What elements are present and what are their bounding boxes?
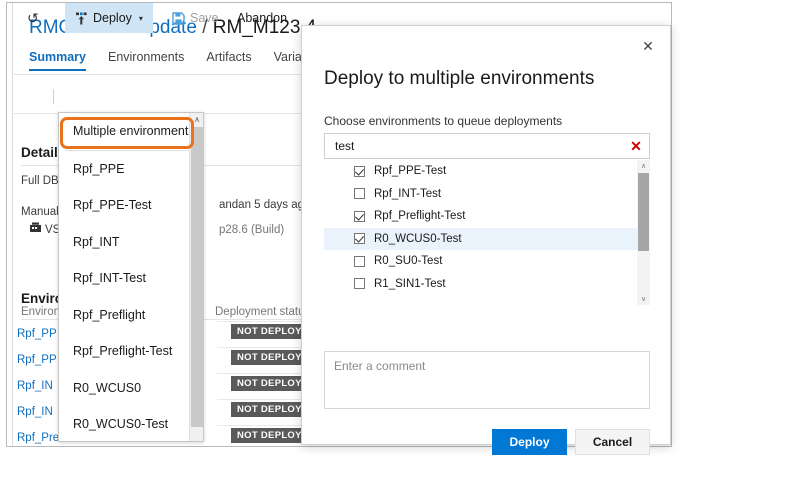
checkbox-checked-icon[interactable]: [354, 210, 365, 222]
list-item-label: Rpf_INT-Test: [374, 187, 442, 200]
list-item[interactable]: Rpf_Preflight-Test: [324, 205, 650, 228]
list-scrollbar[interactable]: ∧ ∨: [637, 160, 650, 305]
scroll-down-icon[interactable]: ∨: [637, 293, 650, 305]
clear-search-icon[interactable]: ✕: [623, 138, 649, 155]
deploy-dropdown-menu[interactable]: Multiple environments Rpf_PPE Rpf_PPE-Te…: [58, 112, 204, 442]
save-button[interactable]: Save: [164, 3, 227, 33]
tab-artifacts[interactable]: Artifacts: [206, 50, 251, 71]
deploy-confirm-button[interactable]: Deploy: [492, 429, 567, 455]
dialog-instruction-label: Choose environments to queue deployments: [324, 114, 563, 128]
status-row-line: [217, 321, 312, 322]
checkbox-unchecked-icon[interactable]: [354, 278, 365, 290]
deploy-button-label: Deploy: [93, 11, 132, 25]
environments-heading: Enviro: [21, 291, 64, 306]
dropdown-scrollbar-thumb[interactable]: [191, 127, 203, 427]
details-author: andan 5 days ago: [219, 199, 311, 211]
abandon-button[interactable]: Abandon: [229, 3, 295, 33]
list-item[interactable]: R0_SU0-Test: [324, 250, 650, 273]
details-line-1: Full DB: [21, 175, 59, 187]
dropdown-item-r0-wcus0[interactable]: R0_WCUS0: [59, 370, 203, 407]
list-item-label: Rpf_PPE-Test: [374, 165, 447, 178]
dropdown-item-rpf-ppe-test[interactable]: Rpf_PPE-Test: [59, 187, 203, 224]
deploy-button[interactable]: Deploy ▾: [65, 3, 153, 33]
environment-link-3[interactable]: Rpf_IN: [17, 380, 53, 392]
environment-checkbox-list[interactable]: Rpf_PPE-Test Rpf_INT-Test Rpf_Preflight-…: [324, 160, 650, 305]
comment-input[interactable]: Enter a comment: [324, 351, 650, 409]
abandon-button-label: Abandon: [237, 11, 288, 25]
list-item-label: R1_SIN1-Test: [374, 277, 446, 290]
cancel-button[interactable]: Cancel: [575, 429, 650, 455]
environment-link-1[interactable]: Rpf_PP: [17, 328, 57, 340]
details-build: p28.6 (Build): [219, 224, 285, 236]
chevron-down-icon: ▾: [138, 13, 143, 23]
deploy-rocket-icon: [75, 12, 88, 25]
environment-link-5[interactable]: Rpf_Pre: [17, 432, 59, 444]
list-item[interactable]: Rpf_INT-Test: [324, 183, 650, 206]
checkbox-checked-icon[interactable]: [354, 233, 365, 245]
vsts-build-icon: [29, 221, 42, 237]
status-row-line: [217, 347, 312, 348]
close-icon[interactable]: ✕: [636, 34, 660, 58]
refresh-button[interactable]: ↻: [19, 3, 47, 33]
tab-bar: Summary Environments Artifacts Variables: [29, 50, 325, 71]
dropdown-item-multiple-environments[interactable]: Multiple environments: [59, 113, 203, 150]
dropdown-scrollbar[interactable]: ∧: [189, 113, 203, 441]
save-button-label: Save: [190, 11, 219, 25]
checkbox-unchecked-icon[interactable]: [354, 188, 365, 200]
dropdown-item-r0-wcus0-test[interactable]: R0_WCUS0-Test: [59, 406, 203, 441]
dialog-actions: Deploy Cancel: [324, 429, 650, 455]
search-input[interactable]: test: [325, 139, 623, 153]
list-scrollbar-thumb[interactable]: [638, 173, 649, 251]
screenshot-root: RMO - Prod Update / RM_M123.4 Summary En…: [0, 0, 800, 500]
dropdown-item-rpf-int-test[interactable]: Rpf_INT-Test: [59, 260, 203, 297]
toolbar-divider: [53, 89, 54, 104]
list-item[interactable]: Rpf_PPE-Test: [324, 160, 650, 183]
status-row-line: [217, 373, 312, 374]
refresh-icon: ↻: [27, 9, 39, 26]
status-row-line: [217, 399, 312, 400]
environments-col-env: Environ: [21, 306, 60, 318]
left-rail: [7, 3, 13, 446]
tab-environments[interactable]: Environments: [108, 50, 184, 71]
list-item-label: R0_WCUS0-Test: [374, 232, 462, 245]
environment-link-4[interactable]: Rpf_IN: [17, 406, 53, 418]
dialog-title: Deploy to multiple environments: [324, 68, 595, 89]
environments-col-status: Deployment status: [215, 306, 311, 318]
list-item-label: Rpf_Preflight-Test: [374, 210, 466, 223]
checkbox-checked-icon[interactable]: [354, 165, 365, 177]
list-item-label: R0_SU0-Test: [374, 255, 443, 268]
list-item[interactable]: R0_WCUS0-Test: [324, 227, 650, 250]
status-row-line: [217, 425, 312, 426]
dropdown-item-rpf-preflight[interactable]: Rpf_Preflight: [59, 297, 203, 334]
environment-link-2[interactable]: Rpf_PP: [17, 354, 57, 366]
dropdown-item-rpf-int[interactable]: Rpf_INT: [59, 224, 203, 261]
save-floppy-icon: [172, 11, 185, 25]
checkbox-unchecked-icon[interactable]: [354, 255, 365, 267]
scroll-up-icon[interactable]: ∧: [637, 160, 650, 172]
deploy-multiple-environments-dialog: ✕ Deploy to multiple environments Choose…: [301, 25, 671, 455]
dropdown-item-rpf-ppe[interactable]: Rpf_PPE: [59, 151, 203, 188]
list-item[interactable]: R1_SIN1-Test: [324, 273, 650, 296]
dropdown-item-rpf-preflight-test[interactable]: Rpf_Preflight-Test: [59, 333, 203, 370]
scroll-up-icon[interactable]: ∧: [190, 113, 203, 126]
environment-search-box[interactable]: test ✕: [324, 133, 650, 159]
tab-summary[interactable]: Summary: [29, 50, 86, 71]
details-line-2: Manual: [21, 206, 59, 218]
